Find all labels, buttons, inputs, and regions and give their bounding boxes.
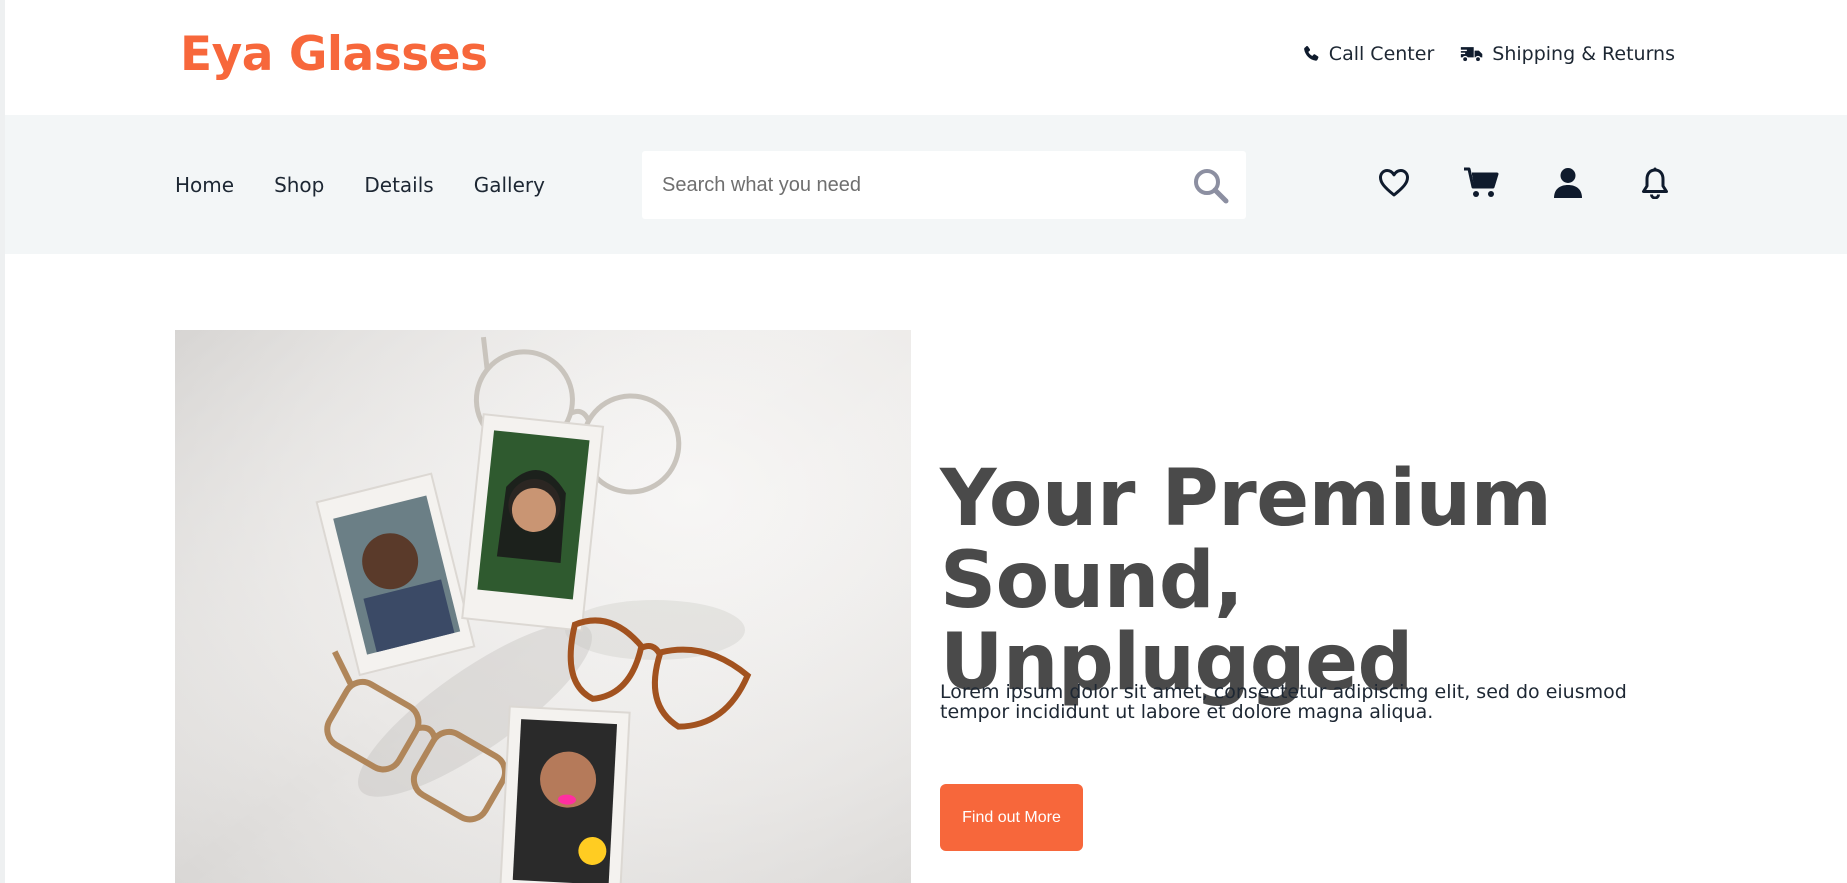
find-out-more-button[interactable]: Find out More: [940, 784, 1083, 851]
truck-icon: [1460, 44, 1484, 64]
heart-icon[interactable]: [1376, 165, 1412, 201]
nav-menu: Home Shop Details Gallery: [175, 173, 545, 197]
nav-item-details[interactable]: Details: [364, 173, 433, 197]
call-center-link[interactable]: Call Center: [1301, 43, 1434, 65]
hero-title: Your Premium Sound, Unplugged: [940, 454, 1552, 708]
search-icon[interactable]: [1192, 167, 1230, 205]
nav-actions: [1376, 165, 1673, 201]
nav-item-shop[interactable]: Shop: [274, 173, 324, 197]
call-center-label: Call Center: [1328, 43, 1435, 65]
main-navbar: Home Shop Details Gallery: [5, 115, 1847, 254]
nav-item-gallery[interactable]: Gallery: [474, 173, 545, 197]
nav-item-home[interactable]: Home: [175, 173, 234, 197]
shipping-returns-label: Shipping & Returns: [1492, 43, 1675, 65]
shipping-returns-link[interactable]: Shipping & Returns: [1460, 43, 1675, 65]
search-box: [642, 151, 1246, 219]
phone-icon: [1301, 44, 1321, 64]
cart-icon[interactable]: [1463, 165, 1499, 201]
hero-image: [175, 330, 911, 883]
top-header: Eya Glasses Call Center Shipping & Retur…: [5, 0, 1847, 115]
search-input[interactable]: [642, 151, 1182, 219]
brand-logo[interactable]: Eya Glasses: [180, 27, 488, 82]
user-icon[interactable]: [1550, 165, 1586, 201]
bell-icon[interactable]: [1637, 165, 1673, 201]
header-links: Call Center Shipping & Returns: [1301, 43, 1675, 65]
hero-description: Lorem ipsum dolor sit amet, consectetur …: [940, 681, 1627, 723]
